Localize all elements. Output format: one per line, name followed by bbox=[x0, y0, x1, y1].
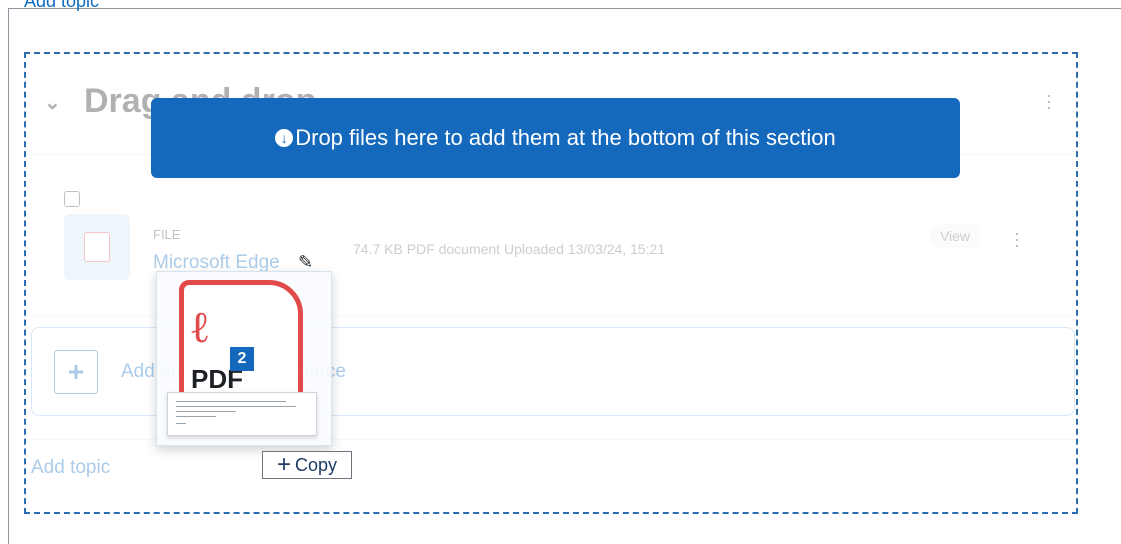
activity-kebab-menu-icon[interactable]: · · · bbox=[1014, 224, 1024, 254]
thumbnail-line bbox=[176, 401, 286, 402]
chevron-down-icon[interactable]: ⌄ bbox=[44, 90, 64, 114]
plus-icon: + bbox=[276, 451, 291, 478]
download-circle-icon: ↓ bbox=[275, 129, 294, 147]
plus-icon: + bbox=[54, 350, 98, 394]
copy-cursor-tooltip: + Copy bbox=[262, 451, 352, 479]
thumbnail-line bbox=[176, 416, 216, 417]
drag-count-badge: 2 bbox=[230, 347, 254, 371]
document-thumbnail bbox=[167, 392, 317, 436]
view-button[interactable]: View bbox=[930, 223, 980, 249]
activity-select-checkbox[interactable] bbox=[64, 191, 80, 207]
activity-meta: 74.7 KB PDF document Uploaded 13/03/24, … bbox=[353, 241, 666, 257]
copy-label: Copy bbox=[294, 454, 338, 475]
frame-top-border bbox=[8, 8, 1121, 9]
pdf-file-icon bbox=[64, 214, 130, 280]
pencil-icon[interactable]: ✎ bbox=[298, 252, 313, 273]
thumbnail-line bbox=[176, 406, 296, 407]
thumbnail-line bbox=[176, 423, 186, 424]
drop-banner-text: Drop files here to add them at the botto… bbox=[295, 125, 836, 150]
drop-files-banner: ↓ Drop files here to add them at the bot… bbox=[151, 98, 960, 178]
activity-type-label: FILE bbox=[153, 227, 181, 242]
section-kebab-menu-icon[interactable]: · · · bbox=[1046, 86, 1056, 116]
thumbnail-line bbox=[176, 411, 236, 412]
frame-left-border bbox=[8, 8, 9, 544]
add-topic-link-bottom[interactable]: Add topic bbox=[31, 457, 110, 479]
drag-preview: ℓ PDF 2 bbox=[156, 271, 332, 446]
add-topic-link-top[interactable]: Add topic bbox=[24, 0, 99, 12]
pdf-icon bbox=[84, 232, 110, 262]
acrobat-icon: ℓ bbox=[189, 302, 211, 353]
